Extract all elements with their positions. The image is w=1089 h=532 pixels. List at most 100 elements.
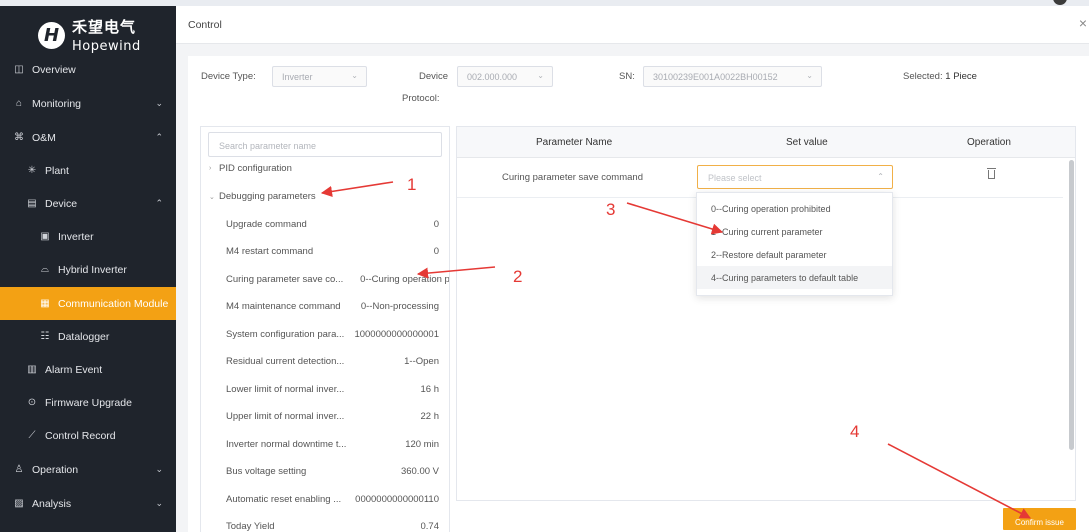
sidebar-item-label: Analysis — [32, 497, 72, 510]
sn-value: 30100239E001A0022BH00152 — [653, 72, 778, 82]
sidebar-item-monitoring[interactable]: ⌂ Monitoring ⌄ — [0, 87, 176, 120]
sn-select[interactable]: 30100239E001A0022BH00152 ⌄ — [643, 66, 822, 87]
inverter-icon: ▣ — [40, 231, 50, 242]
set-value-placeholder: Please select — [708, 173, 762, 183]
sidebar-item-firmware-upgrade[interactable]: ⊙ Firmware Upgrade — [0, 386, 176, 419]
set-value-dropdown: 0--Curing operation prohibited 1--Curing… — [696, 192, 893, 296]
param-value: 360.00 V — [400, 466, 439, 477]
dropdown-option[interactable]: 1--Curing current parameter — [697, 220, 892, 243]
param-row[interactable]: M4 restart command 0 — [201, 246, 449, 264]
sidebar-item-inverter[interactable]: ▣ Inverter — [0, 220, 176, 253]
chevron-down-icon: ⌄ — [155, 98, 163, 108]
sidebar-item-label: Datalogger — [58, 330, 110, 343]
sidebar-item-overview[interactable]: ◫ Overview — [0, 53, 176, 86]
group-label: PID configuration — [219, 163, 292, 174]
confirm-issue-button[interactable]: Confirm issue — [1003, 508, 1076, 530]
table-scrollbar[interactable] — [1069, 160, 1074, 450]
param-row[interactable]: Upper limit of normal inver... 22 h — [201, 411, 449, 429]
sidebar-item-datalogger[interactable]: ☷ Datalogger — [0, 320, 176, 353]
param-value: 0000000000000110 — [355, 494, 439, 505]
browser-profile-icon[interactable] — [1053, 0, 1067, 5]
chevron-down-icon: ⌄ — [806, 71, 813, 80]
sidebar-item-alarm-event[interactable]: ▥ Alarm Event — [0, 353, 176, 386]
param-row[interactable]: Upgrade command 0 — [201, 219, 449, 237]
chevron-up-icon: ⌃ — [877, 172, 884, 181]
chevron-up-icon: ⌃ — [155, 198, 163, 208]
communication-module-icon: ▦ — [40, 298, 50, 309]
set-value-select[interactable]: Please select ⌃ — [697, 165, 893, 189]
param-row[interactable]: Inverter normal downtime t... 120 min — [201, 439, 449, 457]
annotation-number-2: 2 — [513, 267, 523, 286]
param-value: 16 h — [420, 384, 440, 395]
device-protocol-label: Device — [419, 71, 449, 82]
param-name: Automatic reset enabling ... — [226, 494, 342, 505]
param-value: 0.74 — [420, 521, 440, 532]
param-row[interactable]: Bus voltage setting 360.00 V — [201, 466, 449, 484]
chevron-down-icon: ⌄ — [351, 71, 358, 80]
hopewind-logo-icon — [38, 21, 65, 49]
chevron-up-icon: ⌃ — [155, 132, 163, 142]
sidebar-item-hybrid-inverter[interactable]: ⌓ Hybrid Inverter — [0, 253, 176, 286]
sidebar-item-communication-module[interactable]: ▦ Communication Module — [0, 287, 176, 320]
operation-icon: ♙ — [14, 464, 24, 475]
param-row[interactable]: Curing parameter save co... 0--Curing op… — [201, 274, 449, 292]
param-name: Inverter normal downtime t... — [226, 439, 347, 450]
dialog-header: Control × — [176, 6, 1089, 44]
om-icon: ⌘ — [14, 132, 24, 143]
control-record-icon: ⟋ — [28, 430, 36, 441]
datalogger-icon: ☷ — [40, 331, 50, 342]
param-row[interactable]: M4 maintenance command 0--Non-processing — [201, 301, 449, 319]
param-name: M4 restart command — [226, 246, 314, 257]
chevron-down-icon: ⌄ — [155, 498, 163, 508]
device-type-value: Inverter — [282, 72, 313, 82]
device-type-select[interactable]: Inverter ⌄ — [272, 66, 367, 87]
alarm-icon: ▥ — [27, 364, 37, 375]
sidebar-item-operation[interactable]: ♙ Operation ⌄ — [0, 453, 176, 486]
close-icon[interactable]: × — [1079, 15, 1087, 31]
sidebar-item-label: O&M — [32, 131, 56, 144]
device-type-label: Device Type: — [201, 71, 256, 82]
trash-icon[interactable] — [987, 168, 996, 179]
param-value: 0--Curing operation pr — [360, 274, 450, 285]
dropdown-option[interactable]: 4--Curing parameters to default table — [697, 266, 892, 289]
param-value: 1--Open — [404, 356, 439, 367]
param-name: Upgrade command — [226, 219, 307, 230]
dialog-body: Device Type: Inverter ⌄ Device Protocol:… — [188, 56, 1089, 532]
sidebar-item-label: Firmware Upgrade — [45, 396, 132, 409]
sidebar-item-plant[interactable]: ✳ Plant — [0, 154, 176, 187]
search-input[interactable]: Search parameter name — [208, 132, 442, 157]
overview-icon: ◫ — [14, 64, 24, 75]
sidebar-item-analysis[interactable]: ▨ Analysis ⌄ — [0, 487, 176, 520]
dropdown-option[interactable]: 2--Restore default parameter — [697, 243, 892, 266]
sidebar-item-device[interactable]: ▤ Device ⌃ — [0, 187, 176, 220]
sidebar-item-om[interactable]: ⌘ O&M ⌃ — [0, 121, 176, 154]
annotation-number-3: 3 — [606, 200, 616, 219]
dropdown-option[interactable]: 0--Curing operation prohibited — [697, 197, 892, 220]
param-name: Lower limit of normal inver... — [226, 384, 345, 395]
param-value: 0--Non-processing — [360, 301, 439, 312]
param-name: System configuration para... — [226, 329, 345, 340]
group-label: Debugging parameters — [219, 191, 316, 202]
param-value: 0 — [433, 219, 439, 230]
param-row[interactable]: Lower limit of normal inver... 16 h — [201, 384, 449, 402]
hybrid-inverter-icon: ⌓ — [41, 264, 49, 275]
selected-count: Selected: 1 Piece — [903, 71, 977, 82]
dialog-title: Control — [188, 19, 222, 31]
sidebar-item-label: Alarm Event — [45, 363, 103, 376]
param-row[interactable]: Automatic reset enabling ... 00000000000… — [201, 494, 449, 512]
param-name: Residual current detection... — [226, 356, 345, 367]
sidebar-item-control-record[interactable]: ⟋ Control Record — [0, 419, 176, 452]
sidebar-item-label: Hybrid Inverter — [58, 263, 127, 276]
param-row[interactable]: System configuration para... 10000000000… — [201, 329, 449, 347]
param-row[interactable]: Today Yield 0.74 — [201, 521, 449, 532]
brand-logo[interactable]: 禾望电气 Hopewind — [38, 17, 141, 54]
device-protocol-select[interactable]: 002.000.000 ⌄ — [457, 66, 553, 87]
param-name: Today Yield — [226, 521, 275, 532]
parameter-table: Parameter Name Set value Operation Curin… — [456, 126, 1076, 501]
chevron-down-icon: ⌄ — [537, 71, 544, 80]
param-row[interactable]: Residual current detection... 1--Open — [201, 356, 449, 374]
param-name: Bus voltage setting — [226, 466, 307, 477]
table-header: Parameter Name Set value Operation — [457, 127, 1075, 158]
chevron-right-icon: › — [209, 165, 212, 172]
param-value: 120 min — [405, 439, 439, 450]
